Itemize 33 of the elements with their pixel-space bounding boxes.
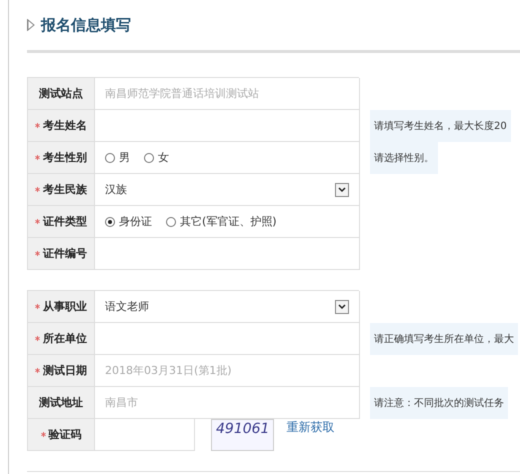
field-label: 从事职业 [27, 291, 95, 323]
field-label: 考生民族 [27, 174, 95, 206]
hint-text: 请注意：不同批次的测试任务 [370, 387, 508, 419]
triangle-icon [27, 19, 35, 31]
field-label: 证件类型 [27, 206, 95, 238]
dropdown-caret-icon [335, 182, 349, 196]
input-field[interactable] [95, 323, 360, 355]
field-label: 测试日期 [27, 355, 95, 387]
refresh-link[interactable]: 重新获取 [286, 419, 334, 451]
hint-text: 请选择性别。 [370, 142, 438, 174]
captcha-image: 491061 [211, 419, 274, 451]
radio-option[interactable]: 其它(军官证、护照) [166, 214, 277, 229]
select-field[interactable]: 语文老师 [95, 291, 360, 323]
field-label: 证件编号 [27, 238, 95, 270]
select-field[interactable]: 汉族 [95, 174, 360, 206]
radio-option[interactable]: 身份证 [105, 214, 152, 229]
input-field[interactable] [95, 110, 360, 142]
dropdown-caret-icon [335, 300, 349, 314]
readonly-field: 2018年03月31日(第1批) [95, 355, 360, 387]
field-label: 验证码 [27, 419, 95, 451]
radio-option[interactable]: 男 [105, 150, 130, 165]
readonly-field: 南昌师范学院普通话培训测试站 [95, 78, 360, 110]
hint-text: 请正确填写考生所在单位，最大 [370, 323, 518, 355]
field-label: 所在单位 [27, 323, 95, 355]
field-label: 测试站点 [27, 78, 95, 110]
input-field[interactable] [95, 419, 195, 451]
page-title: 报名信息填写 [41, 16, 131, 34]
input-field[interactable] [95, 238, 360, 270]
radio-option[interactable]: 女 [144, 150, 169, 165]
field-label: 考生性别 [27, 142, 95, 174]
field-label: 测试地址 [27, 387, 95, 419]
field-label: 考生姓名 [27, 110, 95, 142]
hint-text: 请填写考生姓名，最大长度20 [370, 110, 511, 142]
